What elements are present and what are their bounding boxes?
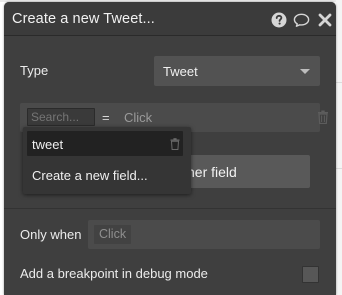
breakpoint-checkbox[interactable] [302,266,319,283]
field-option-tweet[interactable]: tweet [27,131,183,156]
type-label: Type [20,63,49,78]
field-search-input[interactable] [27,108,95,126]
only-when-placeholder[interactable]: Click [94,225,132,244]
only-when-condition-input[interactable]: Click [88,220,320,249]
type-dropdown[interactable]: Tweet [154,56,320,86]
caret-down-icon [300,69,310,74]
field-option-label: tweet [32,137,64,152]
speech-bubble-icon[interactable] [293,11,310,28]
field-value-placeholder[interactable]: Click [124,110,152,125]
trash-icon[interactable] [170,137,180,155]
background-divider [336,168,342,169]
close-icon[interactable] [316,11,333,28]
dialog-header: Create a new Tweet... [4,2,336,36]
new-tweet-dialog: Create a new Tweet... Type Tweet Search.… [4,2,336,295]
equals-operator: = [102,110,110,125]
trash-icon[interactable] [317,110,329,129]
background-app-edge [336,0,342,295]
background-divider [336,82,342,83]
field-suggestion-popup: tweet Create a new field... [23,127,191,194]
only-when-label: Only when [20,227,82,242]
breakpoint-label: Add a breakpoint in debug mode [20,266,208,281]
dialog-title: Create a new Tweet... [12,11,155,27]
add-field-button-label: ner field [187,164,237,180]
type-dropdown-value: Tweet [163,64,198,79]
question-circle-icon[interactable] [270,11,287,28]
section-divider [4,208,336,209]
header-icon-group [270,11,333,28]
create-new-field-option[interactable]: Create a new field... [32,168,148,183]
add-another-field-button[interactable]: ner field [174,155,310,188]
